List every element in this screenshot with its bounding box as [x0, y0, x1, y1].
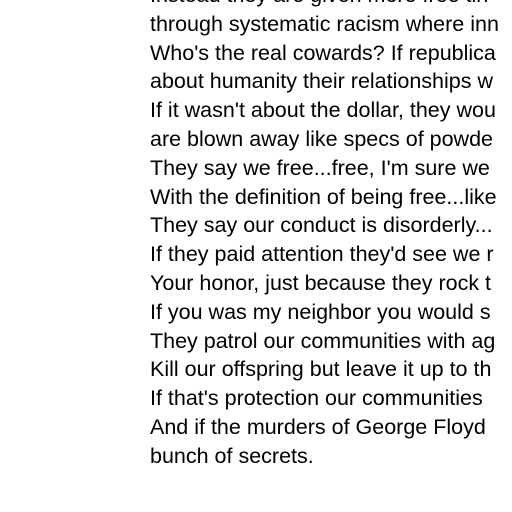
text-line: If that's protection our communities	[150, 386, 483, 411]
text-line: With the definition of being free...like	[150, 184, 497, 209]
text-line: Your honor, just because they rock t	[150, 270, 492, 295]
text-line: They say we free...free, I'm sure we	[150, 155, 490, 180]
text-line: Instead they are given more free tin	[150, 0, 512, 10]
text-line: They patrol our communities with ag	[150, 328, 496, 353]
text-line: They say our conduct is disorderly...	[150, 213, 493, 238]
text-line: bunch of secrets.	[150, 443, 314, 468]
poem-text: Instead they are given more free tin thr…	[150, 0, 512, 471]
text-line: about humanity their relationships w	[150, 69, 493, 94]
text-line: If it wasn't about the dollar, they wou	[150, 98, 496, 123]
text-line: And if the murders of George Floyd	[150, 414, 486, 439]
text-line: If they paid attention they'd see we r	[150, 242, 494, 267]
text-line: are blown away like specs of powde	[150, 126, 493, 151]
text-line: Kill our offspring but leave it up to th	[150, 357, 492, 382]
text-line: Who's the real cowards? If republica	[150, 40, 496, 65]
text-line: through systematic racism where inn	[150, 11, 499, 36]
text-line: If you was my neighbor you would s	[150, 299, 491, 324]
document-page: Instead they are given more free tin thr…	[0, 0, 512, 512]
